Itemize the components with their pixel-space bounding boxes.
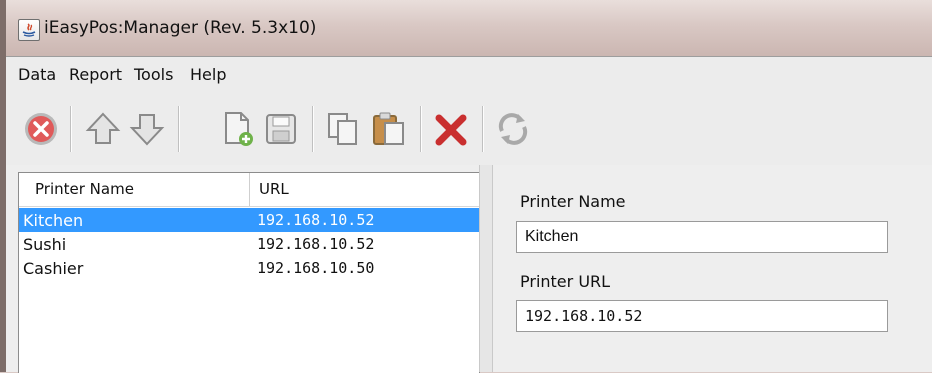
printer-table: Printer Name URL Kitchen 192.168.10.52 S… — [18, 172, 480, 373]
delete-icon[interactable] — [430, 109, 472, 149]
table-row[interactable]: Sushi 192.168.10.52 — [19, 232, 479, 256]
java-app-icon — [18, 19, 40, 41]
paste-icon[interactable] — [368, 109, 410, 149]
window-title: iEasyPos:Manager (Rev. 5.3x10) — [44, 18, 317, 38]
save-icon[interactable] — [260, 109, 302, 149]
table-header: Printer Name URL — [19, 173, 479, 207]
toolbar-separator — [482, 106, 484, 152]
printer-name-label: Printer Name — [520, 192, 626, 211]
cell-url: 192.168.10.50 — [257, 259, 375, 277]
column-header-printer-name[interactable]: Printer Name — [35, 180, 134, 198]
move-down-icon[interactable] — [126, 109, 168, 149]
printer-url-field[interactable] — [516, 300, 888, 332]
cell-printer-name: Sushi — [23, 235, 67, 254]
table-row[interactable]: Cashier 192.168.10.50 — [19, 256, 479, 280]
move-up-icon[interactable] — [82, 109, 124, 149]
menu-data[interactable]: Data — [18, 65, 56, 84]
toolbar-separator — [70, 106, 72, 152]
table-row[interactable]: Kitchen 192.168.10.52 — [19, 208, 479, 232]
app-window: iEasyPos:Manager (Rev. 5.3x10) Data Repo… — [6, 0, 932, 373]
menu-bar: Data Report Tools Help — [6, 57, 932, 91]
toolbar — [6, 91, 932, 165]
title-bar[interactable]: iEasyPos:Manager (Rev. 5.3x10) — [6, 0, 932, 56]
menu-help[interactable]: Help — [190, 65, 226, 84]
toolbar-separator — [178, 106, 180, 152]
printer-name-field[interactable] — [516, 221, 888, 253]
cell-url: 192.168.10.52 — [257, 211, 375, 229]
cell-printer-name: Kitchen — [23, 211, 84, 230]
cell-printer-name: Cashier — [23, 259, 84, 278]
column-header-url[interactable]: URL — [259, 180, 289, 198]
new-document-icon[interactable] — [216, 109, 258, 149]
toolbar-separator — [420, 106, 422, 152]
printer-url-label: Printer URL — [520, 272, 611, 291]
header-divider[interactable] — [249, 173, 250, 206]
toolbar-separator — [312, 106, 314, 152]
menu-report[interactable]: Report — [69, 65, 122, 84]
refresh-icon[interactable] — [492, 109, 534, 149]
copy-icon[interactable] — [322, 109, 364, 149]
cell-url: 192.168.10.52 — [257, 235, 375, 253]
cancel-icon[interactable] — [20, 109, 62, 149]
menu-tools[interactable]: Tools — [134, 65, 173, 84]
split-pane-divider[interactable] — [479, 165, 493, 372]
